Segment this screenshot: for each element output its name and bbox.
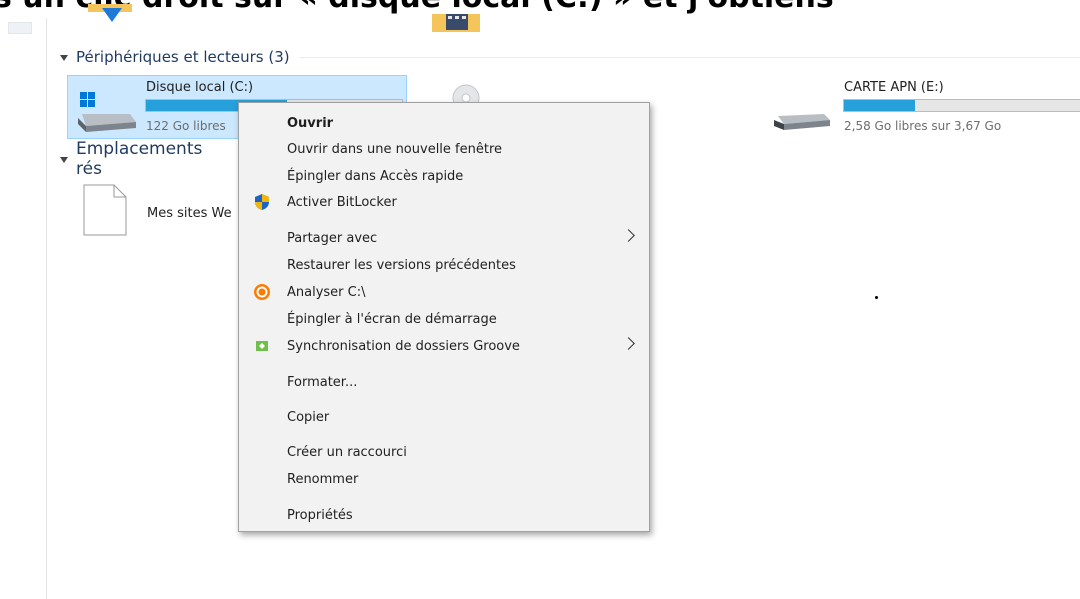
drive-free-text-e: 2,58 Go libres sur 3,67 Go <box>844 119 1002 133</box>
collapse-triangle-icon[interactable] <box>60 55 68 61</box>
group-divider <box>299 56 1080 58</box>
stray-dot <box>875 296 878 299</box>
drive-usage-bar-e <box>843 99 1080 112</box>
group-title-devices: Périphériques et lecteurs (3) <box>76 48 290 66</box>
menu-item-label: Partager avec <box>287 230 378 246</box>
menu-item-pin-quick-access[interactable]: Épingler dans Accès rapide <box>239 164 649 188</box>
chevron-right-icon <box>622 229 635 242</box>
windows-drive-icon <box>78 92 136 132</box>
menu-item-open-new-window[interactable]: Ouvrir dans une nouvelle fenêtre <box>239 137 649 161</box>
menu-item-groove-sync[interactable]: Synchronisation de dossiers Groove <box>239 334 649 358</box>
drive-usage-fill-e <box>844 100 916 111</box>
menu-item-share-with[interactable]: Partager avec <box>239 226 649 250</box>
context-menu[interactable]: Ouvrir Ouvrir dans une nouvelle fenêtre … <box>238 102 650 532</box>
menu-item-label: Synchronisation de dossiers Groove <box>287 338 520 354</box>
shield-icon <box>255 194 269 210</box>
menu-item-format[interactable]: Formater... <box>239 370 649 394</box>
menu-item-label: Propriétés <box>287 507 353 523</box>
chevron-right-icon <box>622 337 635 350</box>
group-title-network: Emplacements rés <box>76 139 203 179</box>
menu-item-label: Ouvrir dans une nouvelle fenêtre <box>287 141 503 157</box>
menu-item-label: Épingler à l'écran de démarrage <box>287 311 497 327</box>
network-item-label[interactable]: Mes sites We <box>147 206 232 221</box>
group-header-network[interactable]: Emplacements rés <box>60 139 230 179</box>
menu-item-label: Activer BitLocker <box>287 194 397 210</box>
menu-item-label: Épingler dans Accès rapide <box>287 168 464 184</box>
avast-icon <box>254 284 270 300</box>
menu-item-scan[interactable]: Analyser C:\ <box>239 280 649 304</box>
group-header-devices[interactable]: Périphériques et lecteurs (3) <box>60 46 1080 68</box>
menu-item-label: Renommer <box>287 471 359 487</box>
menu-item-label: Créer un raccourci <box>287 444 407 460</box>
menu-item-label: Restaurer les versions précédentes <box>287 257 516 273</box>
drive-free-text-c: 122 Go libres <box>146 119 226 133</box>
menu-item-label: Formater... <box>287 374 358 390</box>
navigation-pane[interactable] <box>0 18 47 599</box>
menu-item-copy[interactable]: Copier <box>239 405 649 429</box>
menu-item-properties[interactable]: Propriétés <box>239 503 649 527</box>
caption-text: s un clic droit sur « disque local (C:) … <box>0 0 1080 18</box>
network-file-icon[interactable] <box>82 184 128 236</box>
menu-item-bitlocker[interactable]: Activer BitLocker <box>239 190 649 214</box>
menu-item-rename[interactable]: Renommer <box>239 467 649 491</box>
drive-name-e[interactable]: CARTE APN (E:) <box>844 80 944 95</box>
menu-item-label: Ouvrir <box>287 115 334 131</box>
videos-folder-icon[interactable] <box>432 14 480 32</box>
groove-icon <box>256 341 268 351</box>
nav-pane-item[interactable] <box>8 22 32 34</box>
drive-name-c: Disque local (C:) <box>146 80 254 95</box>
menu-item-open[interactable]: Ouvrir <box>239 111 649 135</box>
collapse-triangle-icon[interactable] <box>60 157 68 163</box>
downloads-folder-icon[interactable] <box>88 4 136 24</box>
menu-item-label: Copier <box>287 409 330 425</box>
removable-drive-icon <box>774 114 830 130</box>
menu-item-restore-versions[interactable]: Restaurer les versions précédentes <box>239 253 649 277</box>
menu-item-pin-start[interactable]: Épingler à l'écran de démarrage <box>239 307 649 331</box>
menu-item-create-shortcut[interactable]: Créer un raccourci <box>239 440 649 464</box>
menu-item-label: Analyser C:\ <box>287 284 366 300</box>
